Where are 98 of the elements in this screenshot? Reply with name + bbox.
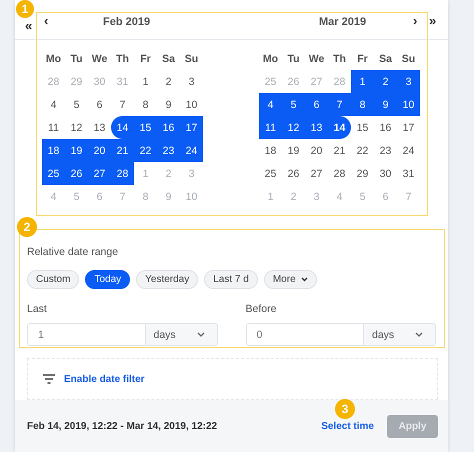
date-range-text: Feb 14, 2019, 12:22 - Mar 14, 2019, 12:22	[27, 420, 218, 432]
field-label: Before	[246, 303, 278, 315]
day-cell[interactable]: 12	[65, 116, 88, 139]
day-cell[interactable]: 23	[374, 139, 397, 162]
weekday-label: Fr	[139, 52, 152, 66]
preset-chip[interactable]: Last 7 d	[204, 270, 258, 289]
day-cell[interactable]: 1	[134, 70, 157, 93]
day-cell[interactable]: 16	[157, 116, 180, 139]
day-cell[interactable]: 15	[351, 116, 374, 139]
day-cell[interactable]: 15	[134, 116, 157, 139]
day-cell[interactable]: 22	[134, 139, 157, 162]
day-cell[interactable]: 4	[42, 93, 65, 116]
weekday-label: Mo	[262, 52, 280, 66]
month-title: Mar 2019	[319, 16, 366, 28]
day-cell[interactable]: 3	[180, 70, 203, 93]
weekday-label: Mo	[44, 52, 62, 66]
day-cell[interactable]: 12	[282, 116, 305, 139]
day-cell[interactable]: 8	[351, 93, 374, 116]
weekday-label: Tu	[69, 52, 84, 66]
day-cell[interactable]: 10	[397, 93, 420, 116]
day-cell[interactable]: 28	[111, 162, 134, 185]
section-label: Relative date range	[27, 246, 120, 258]
day-cell[interactable]: 24	[180, 139, 203, 162]
weekday-label: Sa	[378, 52, 393, 66]
day-cell[interactable]: 11	[259, 116, 282, 139]
number-field[interactable]: 1	[27, 323, 146, 346]
day-cell[interactable]: 2	[157, 70, 180, 93]
day-cell[interactable]: 17	[180, 116, 203, 139]
select-time-link[interactable]: Select time	[321, 420, 374, 432]
day-cell[interactable]: 9	[157, 93, 180, 116]
day-cell[interactable]: 30	[374, 162, 397, 185]
weekday-label: Th	[115, 52, 130, 66]
day-cell[interactable]: 5	[65, 93, 88, 116]
day-cell[interactable]: 28	[328, 162, 351, 185]
weekday-label: Su	[400, 52, 416, 66]
day-cell[interactable]: 27	[88, 162, 111, 185]
day-cell[interactable]: 16	[374, 116, 397, 139]
day-cell[interactable]: 7	[111, 93, 134, 116]
weekday-label: Th	[332, 52, 347, 66]
day-cell[interactable]: 23	[157, 139, 180, 162]
filter-icon	[43, 374, 55, 384]
day-cell[interactable]: 13	[305, 116, 328, 139]
day-cell[interactable]: 20	[88, 139, 111, 162]
day-cell[interactable]: 8	[134, 93, 157, 116]
day-cell[interactable]: 13	[88, 116, 111, 139]
day-cell[interactable]: 11	[42, 116, 65, 139]
enable-date-filter-link[interactable]: Enable date filter	[64, 374, 145, 384]
day-cell[interactable]: 18	[259, 139, 282, 162]
day-cell[interactable]: 20	[305, 139, 328, 162]
weekday-label: Fr	[356, 52, 369, 66]
day-cell[interactable]: 29	[351, 162, 374, 185]
day-cell[interactable]: 14	[328, 116, 351, 139]
day-cell[interactable]: 6	[88, 93, 111, 116]
day-cell[interactable]: 19	[65, 139, 88, 162]
preset-chip[interactable]: Custom	[27, 270, 80, 289]
day-cell[interactable]: 31	[397, 162, 420, 185]
day-cell[interactable]: 1	[351, 70, 374, 93]
weekday-label: Sa	[161, 52, 176, 66]
day-cell[interactable]: 27	[305, 162, 328, 185]
day-cell[interactable]: 26	[282, 162, 305, 185]
next-year-button[interactable]: »	[429, 14, 436, 27]
day-cell[interactable]: 19	[282, 139, 305, 162]
day-cell[interactable]: 6	[305, 93, 328, 116]
preset-chip[interactable]: More	[264, 270, 317, 289]
preset-chip[interactable]: Today	[85, 270, 130, 289]
day-cell[interactable]: 3	[397, 70, 420, 93]
caret-icon	[415, 332, 423, 337]
next-month-button[interactable]: ›	[413, 14, 418, 27]
day-cell[interactable]: 5	[282, 93, 305, 116]
preset-chip[interactable]: Yesterday	[136, 270, 198, 289]
day-cell[interactable]: 4	[259, 93, 282, 116]
day-cell[interactable]: 26	[65, 162, 88, 185]
day-cell[interactable]: 10	[180, 93, 203, 116]
day-cell[interactable]: 9	[374, 93, 397, 116]
weekday-label: We	[90, 52, 108, 66]
field-label: Last	[27, 303, 48, 315]
month-title: Feb 2019	[103, 16, 150, 28]
weekday-label: We	[308, 52, 326, 66]
day-cell[interactable]: 14	[111, 116, 134, 139]
day-cell[interactable]: 22	[351, 139, 374, 162]
day-cell[interactable]: 25	[259, 162, 282, 185]
caret-icon	[196, 332, 204, 337]
weekday-label: Su	[184, 52, 200, 66]
day-cell[interactable]: 21	[111, 139, 134, 162]
previous-year-button[interactable]: «	[25, 20, 32, 31]
day-cell[interactable]: 17	[397, 116, 420, 139]
weekday-label: Tu	[286, 52, 301, 66]
number-field[interactable]: 0	[246, 323, 364, 346]
caret-icon	[300, 277, 308, 282]
unit-dropdown[interactable]: days	[364, 323, 436, 346]
day-cell[interactable]: 25	[42, 162, 65, 185]
day-cell[interactable]: 7	[328, 93, 351, 116]
previous-month-button[interactable]: ‹	[44, 14, 48, 27]
day-cell[interactable]: 21	[328, 139, 351, 162]
day-cell[interactable]: 24	[397, 139, 420, 162]
unit-dropdown[interactable]: days	[146, 323, 218, 346]
day-cell[interactable]: 18	[42, 139, 65, 162]
day-cell[interactable]: 2	[374, 70, 397, 93]
